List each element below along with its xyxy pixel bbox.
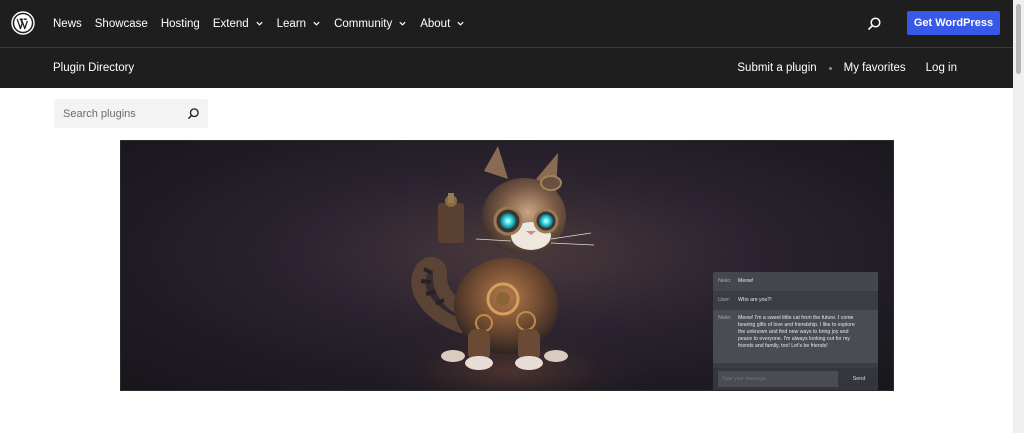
scrollbar-thumb[interactable] <box>1016 4 1021 74</box>
chat-message: User: Who are you?! <box>713 291 878 310</box>
chat-sender: Neko: <box>718 278 732 284</box>
primary-nav: News Showcase Hosting Extend Learn Commu… <box>53 0 478 47</box>
nav-separator <box>828 66 832 70</box>
chat-text: Meow! <box>738 278 754 284</box>
plugin-banner: Neko: Meow! User: Who are you?! Neko: Me… <box>120 140 894 391</box>
plugin-search-box <box>54 99 208 128</box>
global-header: News Showcase Hosting Extend Learn Commu… <box>0 0 1013 47</box>
chevron-down-icon <box>313 21 320 26</box>
chat-text: Meow! I'm a sweet little cat from the fu… <box>738 315 855 349</box>
nav-item-label: Extend <box>212 17 249 30</box>
nav-item-showcase[interactable]: Showcase <box>95 18 148 30</box>
plugin-directory-link[interactable]: Plugin Directory <box>53 62 134 74</box>
chevron-down-icon <box>457 21 464 26</box>
nav-item-label: Showcase <box>94 17 148 30</box>
nav-item-news[interactable]: News <box>53 18 82 30</box>
search-icon[interactable] <box>187 107 200 120</box>
login-link[interactable]: Log in <box>926 62 957 74</box>
nav-item-about[interactable]: About <box>420 18 465 30</box>
chevron-down-icon <box>256 21 263 26</box>
chat-sender: User: <box>718 297 731 303</box>
chat-sender: Neko: <box>718 315 732 321</box>
nav-item-label: News <box>53 17 82 30</box>
chat-text: Who are you?! <box>738 297 772 303</box>
nav-item-extend[interactable]: Extend <box>213 18 264 30</box>
nav-item-learn[interactable]: Learn <box>277 18 321 30</box>
page-scrollbar[interactable] <box>1013 0 1024 433</box>
nav-item-label: Hosting <box>160 17 200 30</box>
chat-send-button[interactable]: Send <box>845 371 873 387</box>
chevron-down-icon <box>399 21 406 26</box>
steampunk-cat-illustration <box>411 146 595 370</box>
chat-message: Neko: Meow! I'm a sweet little cat from … <box>713 310 878 363</box>
search-icon[interactable] <box>866 15 883 32</box>
nav-item-label: About <box>420 17 451 30</box>
nav-item-label: Community <box>334 17 393 30</box>
chat-widget: Neko: Meow! User: Who are you?! Neko: Me… <box>713 272 878 390</box>
search-input[interactable] <box>54 99 184 128</box>
get-wordpress-button[interactable]: Get WordPress <box>907 11 1000 35</box>
chat-input-bar: Send <box>713 368 878 390</box>
submit-plugin-link[interactable]: Submit a plugin <box>737 62 816 74</box>
chat-message-input[interactable] <box>718 371 838 387</box>
wordpress-logo-icon[interactable] <box>11 11 35 35</box>
nav-item-label: Learn <box>276 17 307 30</box>
plugin-directory-header: Plugin Directory Submit a plugin My favo… <box>0 47 1013 88</box>
local-nav-links: Submit a plugin My favorites Log in <box>737 48 957 88</box>
my-favorites-link[interactable]: My favorites <box>844 62 906 74</box>
nav-item-community[interactable]: Community <box>334 18 407 30</box>
nav-item-hosting[interactable]: Hosting <box>161 18 200 30</box>
chat-message: Neko: Meow! <box>713 272 878 291</box>
